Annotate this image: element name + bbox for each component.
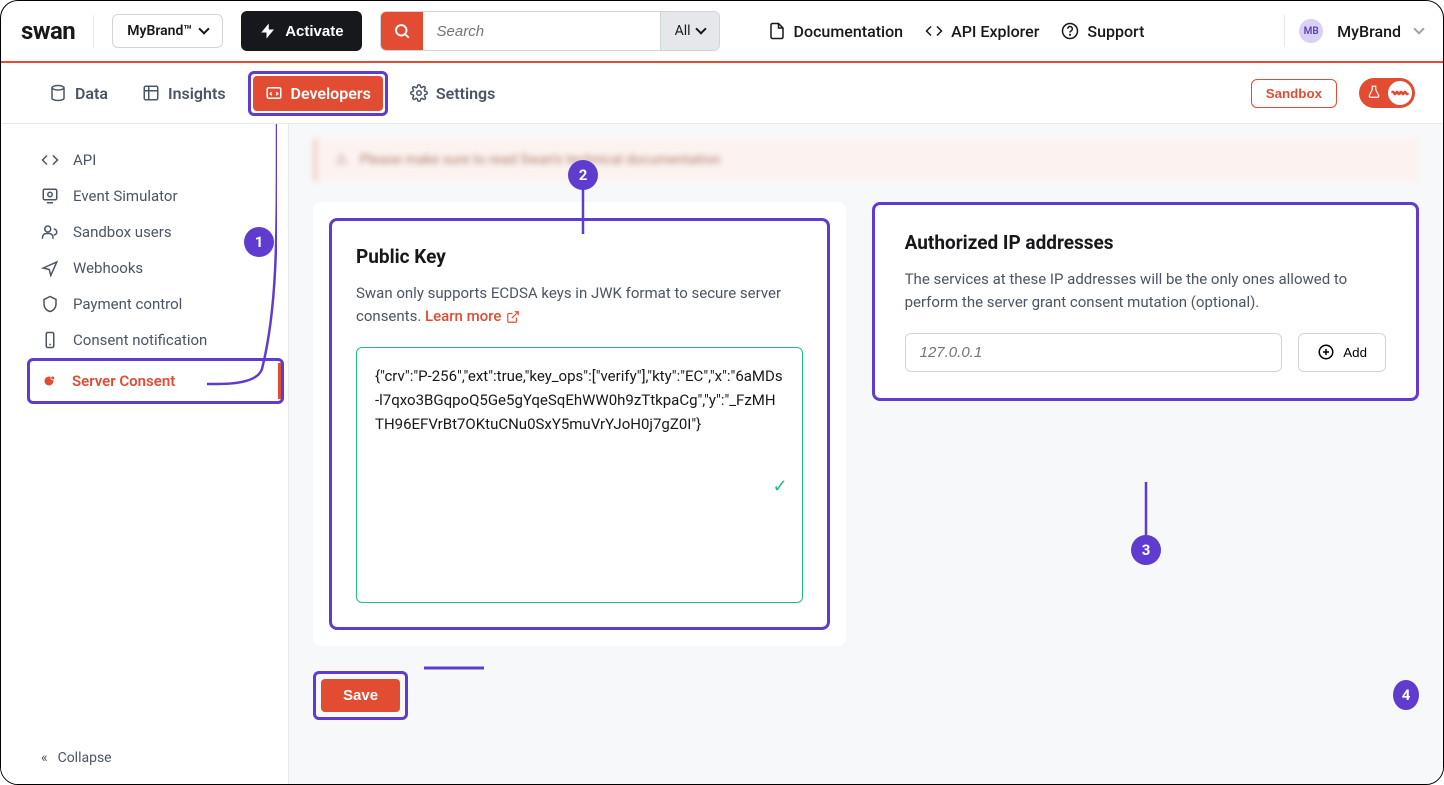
docs-link[interactable]: Documentation — [768, 22, 904, 41]
sandbox-button[interactable]: Sandbox — [1251, 79, 1337, 108]
search-icon — [393, 22, 411, 40]
search-input[interactable] — [423, 12, 660, 50]
learn-more-link[interactable]: Learn more — [425, 305, 520, 328]
top-links: Documentation API Explorer Support — [768, 22, 1145, 41]
divider — [93, 15, 94, 47]
callout-badge-1: 1 — [244, 227, 274, 257]
callout-badge-3: 3 — [1131, 535, 1161, 565]
public-key-desc: Swan only supports ECDSA keys in JWK for… — [356, 282, 803, 329]
search-button[interactable] — [381, 12, 423, 50]
nav-insights[interactable]: Insights — [130, 76, 238, 111]
ip-card: Authorized IP addresses The services at … — [872, 202, 1419, 401]
search: All — [380, 11, 720, 51]
nav-data[interactable]: Data — [37, 76, 120, 111]
gear-icon — [410, 84, 428, 102]
docs-label: Documentation — [794, 22, 904, 41]
database-icon — [49, 84, 67, 102]
user-name: MyBrand — [1337, 22, 1401, 41]
warning-icon: ⚠ — [335, 152, 348, 168]
live-toggle[interactable] — [1359, 78, 1415, 108]
sidebar-label: Sandbox users — [73, 223, 172, 241]
simulator-icon — [41, 187, 59, 205]
shield-icon — [41, 295, 59, 313]
toggle-knob — [1388, 81, 1412, 105]
insights-icon — [142, 84, 160, 102]
banner-text: Please make sure to read Swan's technica… — [360, 152, 721, 168]
callout-frame-public-key: Public Key Swan only supports ECDSA keys… — [329, 218, 830, 630]
beaker-icon — [1367, 85, 1381, 102]
ip-desc: The services at these IP addresses will … — [905, 268, 1386, 315]
save-zone: Save 4 — [313, 666, 1419, 726]
sidebar-label: Consent notification — [73, 331, 207, 349]
info-banner: ⚠ Please make sure to read Swan's techni… — [313, 138, 1419, 182]
brand-selector[interactable]: MyBrand™ — [112, 14, 223, 48]
phone-icon — [41, 331, 59, 349]
collapse-label: Collapse — [58, 750, 112, 766]
collapse-icon: « — [41, 750, 48, 766]
plus-circle-icon — [1317, 343, 1335, 361]
callout-badge-4: 4 — [1393, 680, 1419, 710]
logo: swan — [21, 17, 75, 45]
server-consent-icon — [40, 372, 58, 390]
users-icon — [41, 223, 59, 241]
main-nav: Data Insights Developers Settings Sandbo… — [1, 63, 1443, 123]
sidebar-label: Event Simulator — [73, 187, 178, 205]
developers-icon — [265, 84, 283, 102]
learn-more-label: Learn more — [425, 305, 501, 328]
add-ip-button[interactable]: Add — [1298, 333, 1386, 372]
nav-developers-label: Developers — [291, 84, 371, 103]
ip-input[interactable] — [905, 333, 1283, 372]
public-key-card: Public Key Swan only supports ECDSA keys… — [313, 202, 846, 646]
public-key-title: Public Key — [356, 245, 803, 268]
callout-frame-save: Save — [313, 671, 408, 720]
sidebar-label: Payment control — [73, 295, 182, 313]
nav-settings[interactable]: Settings — [398, 76, 508, 111]
chevron-down-icon — [697, 23, 705, 39]
ip-title: Authorized IP addresses — [905, 231, 1386, 254]
check-icon: ✓ — [773, 473, 788, 502]
chevron-down-icon — [200, 23, 208, 39]
webhook-icon — [41, 259, 59, 277]
callout-badge-2: 2 — [568, 160, 598, 190]
ip-row: Add — [905, 333, 1386, 372]
help-icon — [1061, 22, 1079, 40]
collapse-sidebar[interactable]: « Collapse — [1, 732, 288, 784]
sidebar-label: Server Consent — [72, 372, 175, 390]
nav-data-label: Data — [75, 84, 108, 103]
lightning-icon — [259, 22, 277, 40]
avatar: MB — [1299, 19, 1323, 43]
body: API Event Simulator Sandbox users Webhoo… — [1, 123, 1443, 784]
jwk-value: {"crv":"P-256","ext":true,"key_ops":["ve… — [375, 367, 783, 433]
callout-frame-developers: Developers — [248, 71, 388, 116]
divider — [1284, 15, 1285, 47]
sidebar-label: Webhooks — [73, 259, 143, 277]
brand-name: MyBrand™ — [127, 23, 192, 39]
nav-developers[interactable]: Developers — [253, 76, 383, 111]
api-explorer-link[interactable]: API Explorer — [925, 22, 1039, 41]
add-label: Add — [1343, 345, 1367, 360]
search-scope[interactable]: All — [660, 12, 719, 50]
nav-insights-label: Insights — [168, 84, 226, 103]
chevron-down-icon — [1415, 23, 1423, 39]
code-icon — [41, 151, 59, 169]
nav-settings-label: Settings — [436, 84, 496, 103]
api-explorer-label: API Explorer — [951, 22, 1039, 41]
main: ⚠ Please make sure to read Swan's techni… — [289, 124, 1443, 784]
document-icon — [768, 22, 786, 40]
top-bar: swan MyBrand™ Activate All — [1, 1, 1443, 63]
support-link[interactable]: Support — [1061, 22, 1144, 41]
activate-label: Activate — [285, 23, 343, 40]
sidebar-label: API — [73, 151, 96, 169]
cards: Public Key Swan only supports ECDSA keys… — [313, 202, 1419, 646]
save-button[interactable]: Save — [321, 679, 400, 712]
search-scope-label: All — [675, 23, 691, 39]
user-menu[interactable]: MB MyBrand — [1284, 15, 1423, 47]
code-icon — [925, 22, 943, 40]
jwk-textarea[interactable]: {"crv":"P-256","ext":true,"key_ops":["ve… — [356, 347, 803, 603]
activate-button[interactable]: Activate — [241, 11, 361, 51]
support-label: Support — [1087, 22, 1144, 41]
external-link-icon — [506, 310, 520, 324]
